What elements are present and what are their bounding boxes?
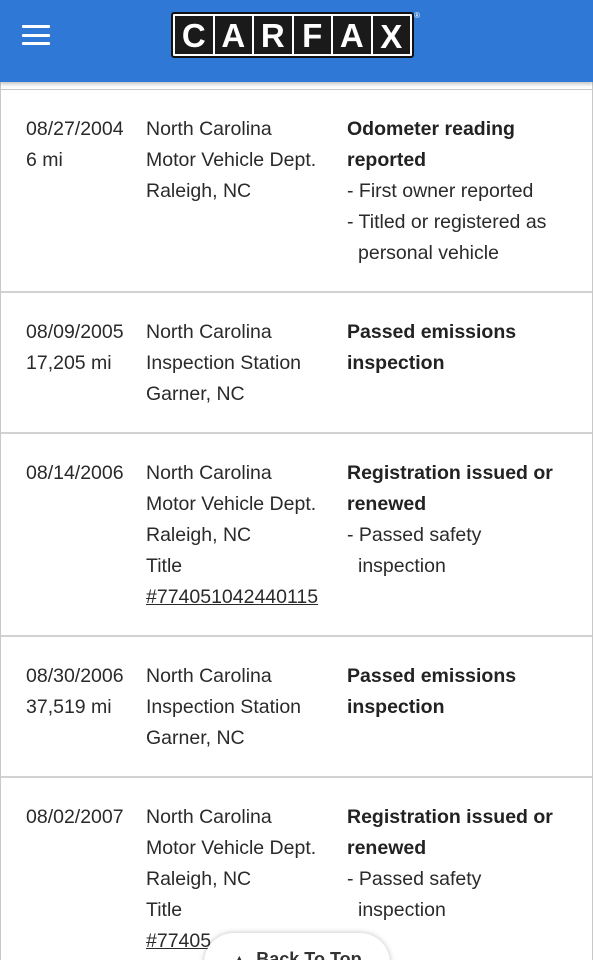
record-comments-column: Registration issued or renewed - Passed … bbox=[347, 458, 583, 582]
record-date-column: 08/09/2005 17,205 mi bbox=[26, 317, 144, 379]
comment-title: Odometer reading bbox=[347, 118, 515, 140]
source-line: Raleigh, NC bbox=[146, 524, 252, 546]
comment-title: inspection bbox=[347, 352, 445, 374]
app-header: C A R F A X ® bbox=[0, 0, 593, 82]
record-date: 08/02/2007 bbox=[26, 806, 124, 828]
record-date: 08/30/2006 bbox=[26, 665, 124, 687]
back-to-top-button[interactable]: ▲ Back To Top bbox=[204, 933, 390, 960]
comment-item: - Passed safety bbox=[347, 524, 482, 546]
logo-letter: C bbox=[175, 16, 213, 54]
comment-title: renewed bbox=[347, 493, 427, 515]
source-line: Garner, NC bbox=[146, 383, 245, 405]
comment-item-continued: personal vehicle bbox=[358, 242, 499, 264]
source-line: Garner, NC bbox=[146, 727, 245, 749]
record-comments-column: Passed emissions inspection bbox=[347, 661, 583, 723]
source-line: Title bbox=[146, 555, 183, 577]
comment-item: - Passed safety bbox=[347, 868, 482, 890]
record-source-column: North Carolina Inspection Station Garner… bbox=[146, 661, 342, 754]
history-record: 08/27/2004 6 mi North Carolina Motor Veh… bbox=[1, 90, 592, 293]
logo-letter: X ® bbox=[372, 12, 420, 54]
source-line: Raleigh, NC bbox=[146, 868, 252, 890]
comment-item-continued: inspection bbox=[358, 555, 446, 577]
source-line: North Carolina bbox=[146, 806, 272, 828]
source-line: Inspection Station bbox=[146, 696, 302, 718]
record-date: 08/14/2006 bbox=[26, 462, 124, 484]
record-date-column: 08/02/2007 bbox=[26, 802, 144, 833]
title-number-link[interactable]: #774051042440115 bbox=[146, 582, 342, 613]
record-date: 08/27/2004 bbox=[26, 118, 124, 140]
comment-title: inspection bbox=[347, 696, 445, 718]
comment-item: - Titled or registered as bbox=[347, 211, 547, 233]
comment-title: Registration issued or bbox=[347, 806, 553, 828]
history-record: 08/09/2005 17,205 mi North Carolina Insp… bbox=[1, 293, 592, 434]
comment-item-continued: inspection bbox=[358, 899, 446, 921]
record-mileage: 37,519 mi bbox=[26, 696, 112, 718]
source-line: North Carolina bbox=[146, 321, 272, 343]
logo-letter: A bbox=[333, 16, 371, 54]
source-line: Title bbox=[146, 899, 183, 921]
carfax-logo[interactable]: C A R F A X ® bbox=[171, 12, 420, 58]
record-date-column: 08/14/2006 bbox=[26, 458, 144, 489]
registered-mark: ® bbox=[414, 11, 420, 20]
record-date-column: 08/30/2006 37,519 mi bbox=[26, 661, 144, 723]
source-line: Raleigh, NC bbox=[146, 180, 252, 202]
record-comments-column: Passed emissions inspection bbox=[347, 317, 583, 379]
record-source-column: North Carolina Motor Vehicle Dept. Ralei… bbox=[146, 458, 342, 613]
comment-title: reported bbox=[347, 149, 427, 171]
arrow-up-icon: ▲ bbox=[232, 951, 247, 960]
logo-letter: R bbox=[254, 16, 292, 54]
back-to-top-label: Back To Top bbox=[256, 949, 362, 960]
record-comments-column: Registration issued or renewed - Passed … bbox=[347, 802, 583, 926]
logo-letter: A bbox=[214, 16, 252, 54]
source-line: Motor Vehicle Dept. bbox=[146, 149, 317, 171]
record-date-column: 08/27/2004 6 mi bbox=[26, 114, 144, 176]
record-mileage: 17,205 mi bbox=[26, 352, 112, 374]
logo-letter: F bbox=[293, 16, 331, 54]
record-mileage: 6 mi bbox=[26, 149, 63, 171]
comment-title: renewed bbox=[347, 837, 427, 859]
comment-title: Passed emissions bbox=[347, 665, 517, 687]
comment-title: Passed emissions bbox=[347, 321, 517, 343]
source-line: Inspection Station bbox=[146, 352, 302, 374]
record-source-column: North Carolina Motor Vehicle Dept. Ralei… bbox=[146, 114, 342, 207]
record-comments-column: Odometer reading reported - First owner … bbox=[347, 114, 583, 269]
source-line: North Carolina bbox=[146, 118, 272, 140]
comment-item: - First owner reported bbox=[347, 180, 534, 202]
record-date: 08/09/2005 bbox=[26, 321, 124, 343]
source-line: North Carolina bbox=[146, 665, 272, 687]
source-line: Motor Vehicle Dept. bbox=[146, 493, 317, 515]
menu-icon[interactable] bbox=[22, 25, 50, 45]
source-line: Motor Vehicle Dept. bbox=[146, 837, 317, 859]
source-line: North Carolina bbox=[146, 462, 272, 484]
record-source-column: North Carolina Inspection Station Garner… bbox=[146, 317, 342, 410]
history-record: 08/30/2006 37,519 mi North Carolina Insp… bbox=[1, 637, 592, 778]
vehicle-history-records: 08/27/2004 6 mi North Carolina Motor Veh… bbox=[0, 82, 593, 960]
comment-title: Registration issued or bbox=[347, 462, 553, 484]
history-record: 08/14/2006 North Carolina Motor Vehicle … bbox=[1, 434, 592, 637]
